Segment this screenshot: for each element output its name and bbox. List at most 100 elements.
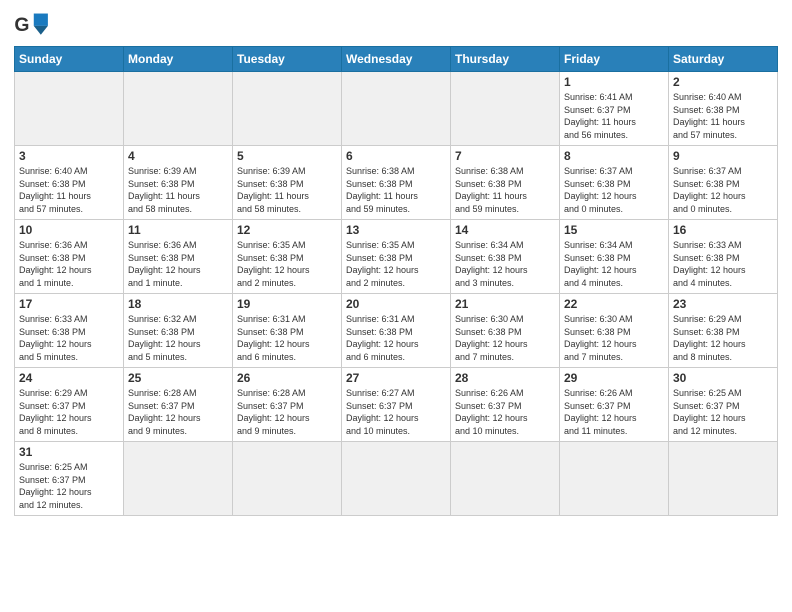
- calendar-cell: 22 Sunrise: 6:30 AM Sunset: 6:38 PM Dayli…: [560, 294, 669, 368]
- day-info: Sunrise: 6:41 AM Sunset: 6:37 PM Dayligh…: [564, 91, 664, 141]
- day-info: Sunrise: 6:34 AM Sunset: 6:38 PM Dayligh…: [455, 239, 555, 289]
- calendar-cell: 19Sunrise: 6:31 AM Sunset: 6:38 PM Dayli…: [233, 294, 342, 368]
- day-number: 23: [673, 297, 773, 311]
- day-info: Sunrise: 6:40 AM Sunset: 6:38 PM Dayligh…: [19, 165, 119, 215]
- day-number: 8: [564, 149, 664, 163]
- calendar-cell: 1 Sunrise: 6:41 AM Sunset: 6:37 PM Daylig…: [560, 72, 669, 146]
- weekday-saturday: Saturday: [669, 47, 778, 72]
- calendar-cell: 13 Sunrise: 6:35 AM Sunset: 6:38 PM Dayli…: [342, 220, 451, 294]
- day-number: 13: [346, 223, 446, 237]
- calendar-cell: 15Sunrise: 6:34 AM Sunset: 6:38 PM Dayli…: [560, 220, 669, 294]
- day-info: Sunrise: 6:39 AM Sunset: 6:38 PM Dayligh…: [128, 165, 228, 215]
- logo: G: [14, 10, 54, 40]
- day-number: 28: [455, 371, 555, 385]
- calendar-week-2: 3 Sunrise: 6:40 AM Sunset: 6:38 PM Daylig…: [15, 146, 778, 220]
- calendar-week-1: 1 Sunrise: 6:41 AM Sunset: 6:37 PM Daylig…: [15, 72, 778, 146]
- day-number: 31: [19, 445, 119, 459]
- calendar-cell: 20 Sunrise: 6:31 AM Sunset: 6:38 PM Dayli…: [342, 294, 451, 368]
- day-info: Sunrise: 6:30 AM Sunset: 6:38 PM Dayligh…: [455, 313, 555, 363]
- day-info: Sunrise: 6:36 AM Sunset: 6:38 PM Dayligh…: [19, 239, 119, 289]
- day-info: Sunrise: 6:33 AM Sunset: 6:38 PM Dayligh…: [19, 313, 119, 363]
- day-info: Sunrise: 6:39 AM Sunset: 6:38 PM Dayligh…: [237, 165, 337, 215]
- day-info: Sunrise: 6:28 AM Sunset: 6:37 PM Dayligh…: [128, 387, 228, 437]
- weekday-monday: Monday: [124, 47, 233, 72]
- calendar-cell: [233, 72, 342, 146]
- calendar-cell: 27 Sunrise: 6:27 AM Sunset: 6:37 PM Dayli…: [342, 368, 451, 442]
- calendar-cell: 3 Sunrise: 6:40 AM Sunset: 6:38 PM Daylig…: [15, 146, 124, 220]
- day-number: 6: [346, 149, 446, 163]
- logo-icon: G: [14, 10, 50, 40]
- day-info: Sunrise: 6:35 AM Sunset: 6:38 PM Dayligh…: [237, 239, 337, 289]
- calendar-cell: [124, 442, 233, 516]
- day-number: 7: [455, 149, 555, 163]
- calendar-cell: 21Sunrise: 6:30 AM Sunset: 6:38 PM Dayli…: [451, 294, 560, 368]
- day-info: Sunrise: 6:38 AM Sunset: 6:38 PM Dayligh…: [346, 165, 446, 215]
- day-number: 26: [237, 371, 337, 385]
- day-number: 25: [128, 371, 228, 385]
- calendar-cell: 31 Sunrise: 6:25 AM Sunset: 6:37 PM Dayli…: [15, 442, 124, 516]
- day-number: 11: [128, 223, 228, 237]
- day-info: Sunrise: 6:38 AM Sunset: 6:38 PM Dayligh…: [455, 165, 555, 215]
- calendar-cell: 9Sunrise: 6:37 AM Sunset: 6:38 PM Daylig…: [669, 146, 778, 220]
- calendar-cell: 16Sunrise: 6:33 AM Sunset: 6:38 PM Dayli…: [669, 220, 778, 294]
- day-number: 5: [237, 149, 337, 163]
- day-info: Sunrise: 6:29 AM Sunset: 6:38 PM Dayligh…: [673, 313, 773, 363]
- day-number: 20: [346, 297, 446, 311]
- calendar-cell: 12Sunrise: 6:35 AM Sunset: 6:38 PM Dayli…: [233, 220, 342, 294]
- day-number: 24: [19, 371, 119, 385]
- day-number: 10: [19, 223, 119, 237]
- day-info: Sunrise: 6:25 AM Sunset: 6:37 PM Dayligh…: [19, 461, 119, 511]
- calendar-cell: 14Sunrise: 6:34 AM Sunset: 6:38 PM Dayli…: [451, 220, 560, 294]
- day-info: Sunrise: 6:37 AM Sunset: 6:38 PM Dayligh…: [564, 165, 664, 215]
- day-info: Sunrise: 6:27 AM Sunset: 6:37 PM Dayligh…: [346, 387, 446, 437]
- day-number: 17: [19, 297, 119, 311]
- weekday-wednesday: Wednesday: [342, 47, 451, 72]
- calendar-cell: 17 Sunrise: 6:33 AM Sunset: 6:38 PM Dayli…: [15, 294, 124, 368]
- day-number: 1: [564, 75, 664, 89]
- page: G SundayMondayTuesdayWednesdayThursdayFr…: [0, 0, 792, 612]
- calendar-cell: 25 Sunrise: 6:28 AM Sunset: 6:37 PM Dayli…: [124, 368, 233, 442]
- day-info: Sunrise: 6:28 AM Sunset: 6:37 PM Dayligh…: [237, 387, 337, 437]
- calendar-cell: [451, 72, 560, 146]
- calendar-cell: [342, 442, 451, 516]
- day-info: Sunrise: 6:37 AM Sunset: 6:38 PM Dayligh…: [673, 165, 773, 215]
- calendar: SundayMondayTuesdayWednesdayThursdayFrid…: [14, 46, 778, 516]
- header: G: [14, 10, 778, 40]
- day-number: 16: [673, 223, 773, 237]
- day-number: 18: [128, 297, 228, 311]
- calendar-week-6: 31 Sunrise: 6:25 AM Sunset: 6:37 PM Dayli…: [15, 442, 778, 516]
- day-info: Sunrise: 6:34 AM Sunset: 6:38 PM Dayligh…: [564, 239, 664, 289]
- day-info: Sunrise: 6:36 AM Sunset: 6:38 PM Dayligh…: [128, 239, 228, 289]
- calendar-cell: 18 Sunrise: 6:32 AM Sunset: 6:38 PM Dayli…: [124, 294, 233, 368]
- day-info: Sunrise: 6:25 AM Sunset: 6:37 PM Dayligh…: [673, 387, 773, 437]
- calendar-cell: [233, 442, 342, 516]
- calendar-cell: [342, 72, 451, 146]
- day-number: 27: [346, 371, 446, 385]
- day-info: Sunrise: 6:32 AM Sunset: 6:38 PM Dayligh…: [128, 313, 228, 363]
- day-info: Sunrise: 6:31 AM Sunset: 6:38 PM Dayligh…: [346, 313, 446, 363]
- day-number: 22: [564, 297, 664, 311]
- calendar-cell: 28Sunrise: 6:26 AM Sunset: 6:37 PM Dayli…: [451, 368, 560, 442]
- day-number: 19: [237, 297, 337, 311]
- svg-text:G: G: [14, 14, 29, 36]
- day-info: Sunrise: 6:30 AM Sunset: 6:38 PM Dayligh…: [564, 313, 664, 363]
- day-info: Sunrise: 6:40 AM Sunset: 6:38 PM Dayligh…: [673, 91, 773, 141]
- calendar-cell: 24 Sunrise: 6:29 AM Sunset: 6:37 PM Dayli…: [15, 368, 124, 442]
- calendar-week-5: 24 Sunrise: 6:29 AM Sunset: 6:37 PM Dayli…: [15, 368, 778, 442]
- day-info: Sunrise: 6:35 AM Sunset: 6:38 PM Dayligh…: [346, 239, 446, 289]
- calendar-cell: [124, 72, 233, 146]
- calendar-cell: 23 Sunrise: 6:29 AM Sunset: 6:38 PM Dayli…: [669, 294, 778, 368]
- day-info: Sunrise: 6:29 AM Sunset: 6:37 PM Dayligh…: [19, 387, 119, 437]
- calendar-cell: 8 Sunrise: 6:37 AM Sunset: 6:38 PM Daylig…: [560, 146, 669, 220]
- calendar-header: SundayMondayTuesdayWednesdayThursdayFrid…: [15, 47, 778, 72]
- calendar-cell: [669, 442, 778, 516]
- calendar-cell: 11 Sunrise: 6:36 AM Sunset: 6:38 PM Dayli…: [124, 220, 233, 294]
- day-number: 4: [128, 149, 228, 163]
- weekday-friday: Friday: [560, 47, 669, 72]
- calendar-cell: 29 Sunrise: 6:26 AM Sunset: 6:37 PM Dayli…: [560, 368, 669, 442]
- day-number: 3: [19, 149, 119, 163]
- day-number: 29: [564, 371, 664, 385]
- day-info: Sunrise: 6:26 AM Sunset: 6:37 PM Dayligh…: [564, 387, 664, 437]
- day-number: 30: [673, 371, 773, 385]
- calendar-cell: 2Sunrise: 6:40 AM Sunset: 6:38 PM Daylig…: [669, 72, 778, 146]
